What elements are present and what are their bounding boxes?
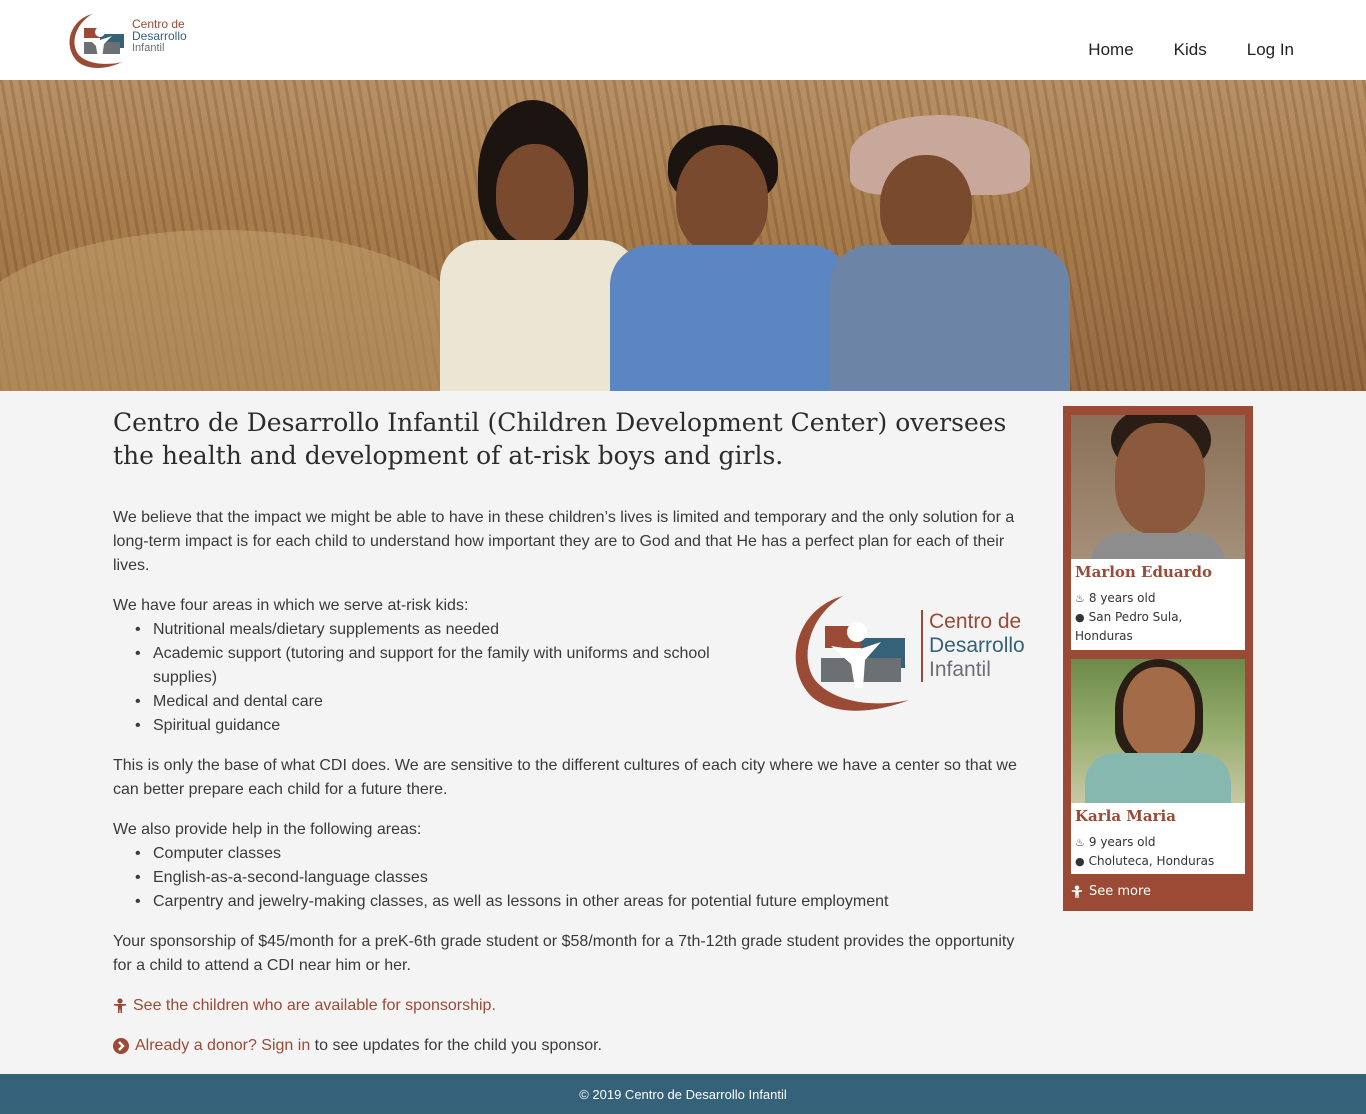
- signin-link[interactable]: Already a donor? Sign in: [135, 1037, 310, 1054]
- kid-age: 8 years old: [1088, 591, 1156, 605]
- globe-icon: ●: [1075, 855, 1085, 868]
- kid-card[interactable]: Karla Maria ♨ 9 years old ● Choluteca, Hon…: [1071, 659, 1245, 874]
- birthday-cake-icon: ♨: [1075, 836, 1085, 849]
- kid-photo: [1071, 659, 1245, 803]
- site-logo[interactable]: Centro de Desarrollo Infantil: [62, 10, 202, 72]
- kid-age-row: ♨ 8 years old: [1075, 589, 1241, 608]
- logo-line2: Desarrollo: [132, 29, 187, 43]
- extra-areas-list: Computer classes English-as-a-second-lan…: [133, 842, 1033, 914]
- kid-age-row: ♨ 9 years old: [1075, 833, 1241, 852]
- list-item: Nutritional meals/dietary supplements as…: [133, 618, 773, 642]
- hero-boy-cap: [830, 115, 1070, 391]
- kid-location-row: ● Choluteca, Honduras: [1075, 852, 1241, 871]
- nav-kids-link[interactable]: Kids: [1174, 40, 1207, 60]
- kid-location: San Pedro Sula, Honduras: [1075, 610, 1183, 643]
- list-item: Carpentry and jewelry-making classes, as…: [133, 890, 1033, 914]
- kid-name: Karla Maria: [1075, 807, 1176, 825]
- kid-card[interactable]: Marlon Eduardo ♨ 8 years old ● San Pedro S…: [1071, 415, 1245, 650]
- hero-photo: [0, 80, 1366, 391]
- see-more-link[interactable]: See more: [1071, 884, 1151, 899]
- featured-kids-sidebar: Marlon Eduardo ♨ 8 years old ● San Pedro S…: [1063, 406, 1253, 911]
- signin-row: Already a donor? Sign in to see updates …: [113, 1034, 1033, 1058]
- signin-suffix: to see updates for the child you sponsor…: [310, 1037, 602, 1054]
- kid-age: 9 years old: [1088, 835, 1156, 849]
- sponsorship-paragraph: Your sponsorship of $45/month for a preK…: [113, 933, 1015, 974]
- big-logo-text: Centro de Desarrollo Infantil: [921, 610, 1025, 682]
- service-areas-list: Nutritional meals/dietary supplements as…: [133, 618, 773, 738]
- main-content: Centro de Desarrollo Infantil (Children …: [113, 406, 1033, 1054]
- globe-icon: ●: [1075, 611, 1085, 624]
- child-icon: [114, 998, 126, 1013]
- kid-name: Marlon Eduardo: [1075, 563, 1212, 581]
- see-more-label: See more: [1089, 884, 1152, 899]
- logo-mark-icon: [795, 596, 909, 711]
- nav-login-link[interactable]: Log In: [1247, 40, 1294, 60]
- chevron-circle-right-icon: [113, 1037, 129, 1054]
- logo-text: Centro de Desarrollo Infantil: [132, 18, 187, 54]
- list-item: Spiritual guidance: [133, 714, 773, 738]
- page-heading: Centro de Desarrollo Infantil (Children …: [113, 408, 1007, 470]
- list-item: Academic support (tutoring and support f…: [133, 642, 773, 690]
- see-children-link[interactable]: See the children who are available for s…: [133, 997, 496, 1014]
- kid-location: Choluteca, Honduras: [1088, 854, 1215, 868]
- big-logo-line2: Desarrollo: [929, 634, 1025, 657]
- logo-mark-icon: [69, 14, 124, 68]
- mission-paragraph: We believe that the impact we might be a…: [113, 509, 1015, 574]
- culture-paragraph: This is only the base of what CDI does. …: [113, 757, 1017, 798]
- big-logo-line1: Centro de: [929, 610, 1022, 633]
- children-link-row: See the children who are available for s…: [113, 994, 1033, 1018]
- logo-line3: Infantil: [132, 42, 165, 54]
- list-item: English-as-a-second-language classes: [133, 866, 1033, 890]
- areas-intro: We have four areas in which we serve at-…: [113, 597, 469, 614]
- nav-home-link[interactable]: Home: [1088, 40, 1133, 60]
- extra-areas-intro: We also provide help in the following ar…: [113, 821, 422, 838]
- copyright-text: © 2019 Centro de Desarrollo Infantil: [579, 1086, 787, 1102]
- main-nav: Home Kids Log In: [1088, 40, 1294, 60]
- big-logo-line3: Infantil: [929, 658, 991, 681]
- list-item: Medical and dental care: [133, 690, 773, 714]
- cdi-logo-large: Centro de Desarrollo Infantil: [781, 592, 1046, 712]
- birthday-cake-icon: ♨: [1075, 592, 1085, 605]
- hero-boy-middle: [610, 125, 850, 391]
- site-header: Centro de Desarrollo Infantil Home Kids …: [0, 0, 1366, 80]
- list-item: Computer classes: [133, 842, 1033, 866]
- child-icon: [1071, 884, 1083, 898]
- kid-photo: [1071, 415, 1245, 559]
- kid-location-row: ● San Pedro Sula, Honduras: [1075, 608, 1241, 646]
- site-footer: © 2019 Centro de Desarrollo Infantil: [0, 1074, 1366, 1114]
